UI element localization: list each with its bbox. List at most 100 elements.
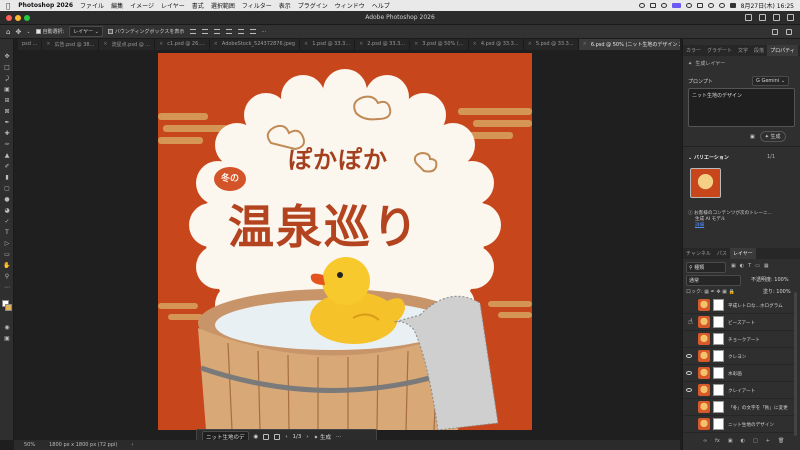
filter-shape-icon[interactable]: ▭ [755,263,760,269]
close-tab-icon[interactable]: × [473,41,477,50]
workspace-icon[interactable] [773,14,780,21]
menu-edit[interactable]: 編集 [111,1,123,10]
close-tab-icon[interactable]: × [528,41,532,50]
generate-options-icon[interactable]: ◉ [254,434,259,440]
document-size[interactable]: 1800 px x 1800 px (72 ppi) [49,442,117,448]
link-layers-icon[interactable]: ∞ [703,438,707,444]
share-icon[interactable] [745,14,752,21]
frame-tool-icon[interactable]: ⊠ [3,108,11,115]
menu-window[interactable]: ウィンドウ [335,1,365,10]
wifi-icon[interactable] [707,3,714,8]
document-tab[interactable]: × AdobeStock_524372876.jpeg [210,39,301,50]
more-icon[interactable]: ⋯ [336,434,342,440]
document-tab[interactable]: × 1.psd @ 33.3... [300,39,356,50]
zoom-level[interactable]: 50% [24,442,35,448]
menu-select[interactable]: 選択範囲 [211,1,235,10]
delete-layer-icon[interactable]: 🗑 [778,438,784,444]
auto-select-checkbox[interactable]: 自動選択: [35,28,64,35]
menu-type[interactable]: 書式 [192,1,204,10]
battery-icon[interactable] [696,3,703,8]
zoom-tool-icon[interactable]: ⚲ [3,273,11,280]
shape-tool-icon[interactable]: ▭ [3,251,11,258]
status-icon[interactable] [685,3,692,8]
menu-plugins[interactable]: プラグイン [298,1,328,10]
previous-variation-icon[interactable]: ‹ [285,434,287,440]
status-icon[interactable] [660,3,667,8]
adjustment-layer-icon[interactable]: ◐ [741,438,745,444]
more-tools-icon[interactable]: ⋯ [3,284,11,291]
blur-tool-icon[interactable]: ● [3,196,11,203]
align-left-icon[interactable] [190,29,197,34]
document-tab[interactable]: × c1.psd @ 26.... [155,39,210,50]
status-expand-icon[interactable]: › [131,442,133,448]
tab-channels[interactable]: チャンネル [683,250,714,257]
close-tab-icon[interactable]: × [46,41,50,50]
feedback-icon[interactable] [274,433,281,440]
notice-link[interactable]: 詳細 [695,223,704,228]
properties-generate-button[interactable]: ✦ 生成 [759,131,786,142]
close-tab-icon[interactable]: × [583,41,587,50]
document-tab-active[interactable]: ×6.psd @ 50% (ニット生地のデザイン 2, RGB/8) * [578,39,680,50]
close-tab-icon[interactable]: × [359,41,363,50]
layer-row[interactable]: ニット生地のデザイン [683,416,795,433]
type-tool-icon[interactable]: T [3,229,11,236]
filter-adjust-icon[interactable]: ◐ [740,263,744,269]
eraser-tool-icon[interactable]: ▮ [3,174,11,181]
document-tab[interactable]: × 2.psd @ 33.3... [355,39,411,50]
layer-style-icon[interactable]: fx [715,438,720,444]
close-tab-icon[interactable]: × [414,41,418,50]
close-tab-icon[interactable]: × [304,41,308,50]
layer-filter-select[interactable]: ⚲ 種類 [686,262,726,273]
next-variation-icon[interactable]: › [306,434,308,440]
variations-header[interactable]: ⌄ バリエーション [688,154,729,161]
layer-row[interactable]: クレイアート [683,382,795,399]
menu-layer[interactable]: レイヤー [161,1,185,10]
tab-paths[interactable]: パス [714,250,730,257]
add-mask-icon[interactable]: ▣ [728,438,733,444]
eyedropper-tool-icon[interactable]: ✒ [3,119,11,126]
pen-tool-icon[interactable]: ✓ [3,218,11,225]
filter-smart-icon[interactable]: ▦ [764,263,769,269]
tab-gradient[interactable]: グラデート [704,47,735,54]
apple-icon[interactable]:  [6,2,10,10]
search-icon[interactable] [759,14,766,21]
menu-file[interactable]: ファイル [80,1,104,10]
path-select-tool-icon[interactable]: ▷ [3,240,11,247]
align-middle-icon[interactable] [238,29,245,34]
document-tab[interactable]: × 広告.psd @ 38... [42,39,100,50]
opacity-control[interactable]: 不透明度: 100% [751,276,789,283]
control-center-icon[interactable] [729,3,736,8]
clock[interactable]: 8月27日(木) 16:25 [741,1,794,10]
menu-filter[interactable]: フィルター [242,1,272,10]
quick-mask-icon[interactable]: ◉ [3,324,11,331]
visibility-eye-icon[interactable] [686,371,692,375]
reference-image-icon[interactable]: ▣ [750,134,755,140]
visibility-eye-icon[interactable] [686,388,692,392]
prompt-textarea[interactable]: ニット生地のデザイン [688,88,795,127]
artwork-canvas[interactable]: ぽかぽか 冬の 温泉巡り [158,53,532,430]
document-tab[interactable]: × 5.psd @ 33.3... [524,39,579,50]
object-select-tool-icon[interactable]: ▣ [3,86,11,93]
lasso-tool-icon[interactable]: ⤸ [3,75,11,82]
tab-paragraph[interactable]: 段落 [751,47,767,54]
stamp-tool-icon[interactable]: ▲ [3,152,11,159]
gradient-tool-icon[interactable]: ▢ [3,185,11,192]
app-indicator-icon[interactable] [671,3,681,8]
marquee-tool-icon[interactable]: □ [3,64,11,71]
3d-mode-icon[interactable] [772,28,778,35]
dodge-tool-icon[interactable]: ◕ [3,207,11,214]
tab-properties[interactable]: プロパティ [767,45,798,56]
close-tab-icon[interactable]: × [214,41,218,50]
menu-help[interactable]: ヘルプ [372,1,390,10]
align-center-icon[interactable] [202,29,209,34]
move-tool-icon[interactable]: ✥ [3,53,11,60]
menu-view[interactable]: 表示 [279,1,291,10]
status-icon[interactable] [638,3,645,8]
filter-pixel-icon[interactable]: ▣ [731,263,736,269]
new-layer-icon[interactable]: + [766,438,770,444]
layer-row[interactable]: チョークアート [683,331,795,348]
app-menu[interactable]: Photoshop 2026 [18,2,73,9]
hand-tool-icon[interactable]: ✋ [3,262,11,269]
home-icon[interactable]: ⌂ [6,28,10,36]
crop-tool-icon[interactable]: ⊞ [3,97,11,104]
